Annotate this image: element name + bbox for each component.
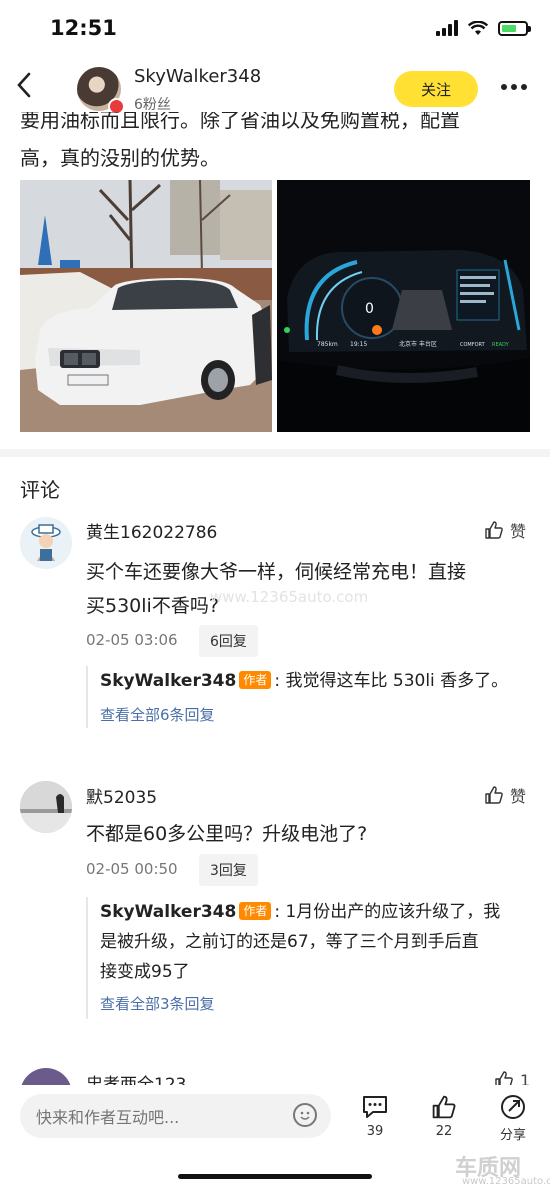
author-name[interactable]: SkyWalker348	[134, 66, 261, 87]
reply-line: 是被升级，之前订的还是67，等了三个月到手后直	[100, 932, 479, 952]
author-tag-badge: 作者	[239, 902, 272, 920]
like-action[interactable]: 22	[422, 1094, 466, 1139]
wifi-icon	[468, 20, 488, 35]
author-tag-badge: 作者	[239, 671, 272, 689]
comments-section-title: 评论	[20, 478, 60, 502]
comment-like-button[interactable]: 赞	[484, 518, 526, 542]
dashboard-photo-illustration: 0 785km 19:15 北京市 丰台区 COMFORT READY	[277, 180, 530, 432]
comment-input-box[interactable]	[20, 1094, 331, 1140]
reply-author-name[interactable]: SkyWalker348	[100, 671, 236, 691]
like-label: 赞	[510, 522, 527, 541]
reply-text: : 1月份出产的应该升级了，我	[274, 902, 501, 922]
reply-preview-box[interactable]: SkyWalker348 作者: 我觉得这车比 530li 香多了。 查看全部6条…	[86, 666, 540, 728]
article-text-line: 高，真的没别的优势。	[20, 146, 220, 170]
comment-input[interactable]	[34, 1094, 293, 1140]
comment-text-line: 买530li不香吗?	[86, 595, 219, 617]
article-text-line-cut: 要用油标而且限行。除了省油以及免购置税，配置	[20, 112, 460, 132]
battery-icon	[498, 20, 531, 36]
status-time: 12:51	[50, 16, 117, 40]
reply-count-button[interactable]: 6回复	[199, 625, 258, 657]
like-count: 22	[435, 1124, 453, 1139]
fans-count: 6粉丝	[134, 97, 171, 113]
view-all-replies-link[interactable]: 查看全部6条回复	[100, 704, 540, 725]
section-divider	[0, 449, 550, 457]
location-readout: 北京市 丰台区	[399, 340, 437, 348]
drive-mode-readout: COMFORT	[460, 342, 486, 348]
comment-like-button[interactable]: 赞	[484, 783, 526, 807]
reply-count-button[interactable]: 3回复	[199, 854, 258, 886]
reply-line: 接变成95了	[100, 962, 190, 982]
ready-readout: READY	[492, 342, 510, 348]
share-icon	[501, 1095, 525, 1119]
chevron-left-icon	[17, 72, 31, 98]
like-label: 赞	[510, 787, 527, 806]
photo-avatar-icon	[20, 781, 72, 833]
reply-author-name[interactable]: SkyWalker348	[100, 902, 236, 922]
follow-button[interactable]: 关注	[394, 71, 478, 107]
watermark-url: www.12365auto.com	[462, 1176, 550, 1187]
speed-readout: 0	[365, 301, 374, 317]
more-dots-icon	[501, 84, 527, 90]
reply-text: : 我觉得这车比 530li 香多了。	[274, 671, 509, 691]
commenter-name[interactable]: 黄生162022786	[86, 518, 217, 543]
dashboard-photo[interactable]: 0 785km 19:15 北京市 丰台区 COMFORT READY	[277, 180, 530, 432]
share-action[interactable]: 分享	[491, 1094, 535, 1143]
comment-text-line: 买个车还要像大爷一样，伺候经常充电！直接	[86, 561, 467, 583]
view-all-replies-link[interactable]: 查看全部3条回复	[100, 993, 540, 1014]
back-button[interactable]	[10, 70, 40, 100]
car-photo[interactable]	[20, 180, 272, 432]
reply-line: SkyWalker348 作者: 我觉得这车比 530li 香多了。	[100, 666, 540, 696]
car-photo-illustration	[20, 180, 272, 432]
more-options-button[interactable]	[500, 70, 528, 98]
share-label: 分享	[499, 1128, 526, 1143]
thumbs-up-icon	[485, 521, 503, 539]
status-icons	[436, 20, 531, 36]
reply-line: SkyWalker348 作者: 1月份出产的应该升级了，我	[100, 897, 540, 927]
home-indicator	[178, 1174, 372, 1179]
thumbs-up-icon	[485, 786, 503, 804]
comment-count: 39	[366, 1124, 384, 1139]
comment-text-line: 不都是60多公里吗？升级电池了?	[86, 823, 368, 845]
thumbs-up-icon	[432, 1095, 456, 1119]
comment-time: 02-05 00:50	[86, 860, 178, 878]
smiley-icon	[300, 1111, 310, 1120]
comment-time: 02-05 03:06	[86, 631, 178, 649]
cellular-signal-icon	[436, 20, 458, 36]
reply-preview-box[interactable]: SkyWalker348 作者: 1月份出产的应该升级了，我 是被升级，之前订的还…	[86, 897, 540, 1019]
cartoon-avatar-icon	[20, 517, 72, 569]
emoji-button[interactable]	[293, 1103, 317, 1127]
commenter-avatar[interactable]	[20, 781, 72, 833]
range-readout: 785km	[317, 341, 338, 348]
clock-readout: 19:15	[350, 341, 367, 348]
commenter-avatar[interactable]	[20, 517, 72, 569]
comments-action[interactable]: 39	[353, 1094, 397, 1139]
comment-bubble-icon	[363, 1096, 387, 1118]
commenter-name[interactable]: 默52035	[86, 783, 157, 808]
watermark-url-center: www.12365auto.com	[210, 588, 369, 606]
